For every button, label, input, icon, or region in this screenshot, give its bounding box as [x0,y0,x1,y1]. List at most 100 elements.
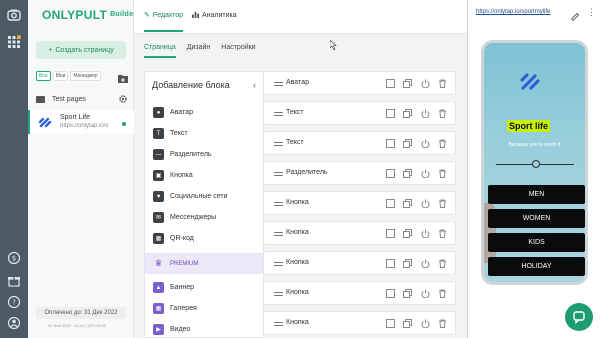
drag-handle-icon[interactable] [274,292,283,296]
drag-handle-icon[interactable] [274,262,283,266]
trash-icon[interactable] [437,318,448,329]
block-row[interactable]: Кнопка [263,221,456,245]
copy-icon[interactable] [402,78,413,89]
trash-icon[interactable] [437,228,448,239]
trash-icon[interactable] [437,258,448,269]
add-block-avatar[interactable]: ● Аватар [145,102,263,123]
tab-analytics[interactable]: Аналитика [192,11,237,20]
drag-handle-icon[interactable] [274,142,283,146]
power-icon[interactable] [420,78,431,89]
subtab-page[interactable]: Страница [144,44,176,58]
drag-handle-icon[interactable] [274,232,283,236]
power-icon[interactable] [420,138,431,149]
gift-icon[interactable] [6,272,22,288]
power-icon[interactable] [420,108,431,119]
add-block-title: Добавление блока [152,80,230,90]
block-row[interactable]: Аватар [263,71,456,95]
folder-item[interactable]: Test pages [36,92,132,106]
gear-icon[interactable] [118,94,128,104]
filter-all[interactable]: Все [36,71,51,81]
create-page-button[interactable]: + Создать страницу [36,41,126,59]
copy-icon[interactable] [402,258,413,269]
checkbox-icon[interactable] [385,258,396,269]
add-block-text[interactable]: T Текст [145,123,263,144]
checkbox-icon[interactable] [385,108,396,119]
copy-icon[interactable] [402,168,413,179]
icon-rail: $ ? [0,0,28,338]
copy-icon[interactable] [402,108,413,119]
block-row[interactable]: Разделитель [263,161,456,185]
preview-button-women[interactable]: WOMEN [488,209,585,228]
trash-icon[interactable] [437,288,448,299]
project-item[interactable]: Sport Life https://onlytap.io/s [28,110,134,134]
power-icon[interactable] [420,198,431,209]
block-row[interactable]: Кнопка [263,311,456,335]
checkbox-icon[interactable] [385,198,396,209]
chevron-left-icon[interactable]: ‹ [253,80,256,90]
trash-icon[interactable] [437,138,448,149]
checkbox-icon[interactable] [385,138,396,149]
add-block-label: Кнопка [170,172,193,179]
preview-button-holiday[interactable]: HOLIDAY [488,257,585,276]
add-block-social[interactable]: ♥ Социальные сети [145,186,263,207]
trash-icon[interactable] [437,168,448,179]
profile-icon[interactable] [6,315,22,331]
block-row[interactable]: Кнопка [263,251,456,275]
camera-icon[interactable] [6,7,22,23]
checkbox-icon[interactable] [385,318,396,329]
brand-logo[interactable]: ONLYPULT Builder [42,8,136,22]
add-block-button[interactable]: ▣ Кнопка [145,165,263,186]
add-block-messengers[interactable]: ✉ Мессенджеры [145,207,263,228]
copy-icon[interactable] [402,198,413,209]
checkbox-icon[interactable] [385,228,396,239]
add-block-qr[interactable]: ▦ QR-код [145,228,263,249]
divider-icon: — [153,149,164,160]
add-block-video[interactable]: ▶ Видео [145,319,263,338]
block-row[interactable]: Кнопка [263,281,456,305]
help-icon[interactable]: ? [6,294,22,310]
copy-icon[interactable] [402,138,413,149]
tab-editor[interactable]: ✎ Редактор [144,11,184,32]
apps-grid-icon[interactable] [6,34,22,50]
support-chat-button[interactable] [565,303,593,331]
add-block-divider[interactable]: — Разделитель [145,144,263,165]
folder-icon [36,95,45,103]
drag-handle-icon[interactable] [274,112,283,116]
subtab-settings[interactable]: Настройки [221,44,255,51]
subtab-design[interactable]: Дизайн [187,44,211,51]
filter-mine[interactable]: Мои [52,71,69,81]
power-icon[interactable] [420,288,431,299]
filter-manager[interactable]: Менеджер [70,71,101,81]
checkbox-icon[interactable] [385,78,396,89]
copy-icon[interactable] [402,318,413,329]
power-icon[interactable] [420,168,431,179]
drag-handle-icon[interactable] [274,202,283,206]
drag-handle-icon[interactable] [274,82,283,86]
edit-url-icon[interactable] [571,8,580,21]
dollar-icon[interactable]: $ [6,250,22,266]
power-icon[interactable] [420,318,431,329]
drag-handle-icon[interactable] [274,322,283,326]
add-block-banner[interactable]: ▲ Баннер [145,277,263,298]
drag-handle-icon[interactable] [274,172,283,176]
trash-icon[interactable] [437,78,448,89]
preview-button-men[interactable]: MEN [488,185,585,204]
add-folder-icon[interactable] [118,70,128,83]
checkbox-icon[interactable] [385,168,396,179]
power-icon[interactable] [420,258,431,269]
trash-icon[interactable] [437,198,448,209]
copy-icon[interactable] [402,228,413,239]
preview-url-link[interactable]: https://onlytap.io/sportmylife [476,9,550,15]
copy-icon[interactable] [402,288,413,299]
power-icon[interactable] [420,228,431,239]
add-block-gallery[interactable]: ▦ Галерея [145,298,263,319]
page-subtabs: Страница Дизайн Настройки [144,44,256,58]
block-row[interactable]: Кнопка [263,191,456,215]
pencil-icon: ✎ [144,12,150,19]
checkbox-icon[interactable] [385,288,396,299]
preview-button-kids[interactable]: KIDS [488,233,585,252]
block-row[interactable]: Текст [263,101,456,125]
more-vertical-icon[interactable]: ⋮ [587,8,596,17]
trash-icon[interactable] [437,108,448,119]
block-row[interactable]: Текст [263,131,456,155]
